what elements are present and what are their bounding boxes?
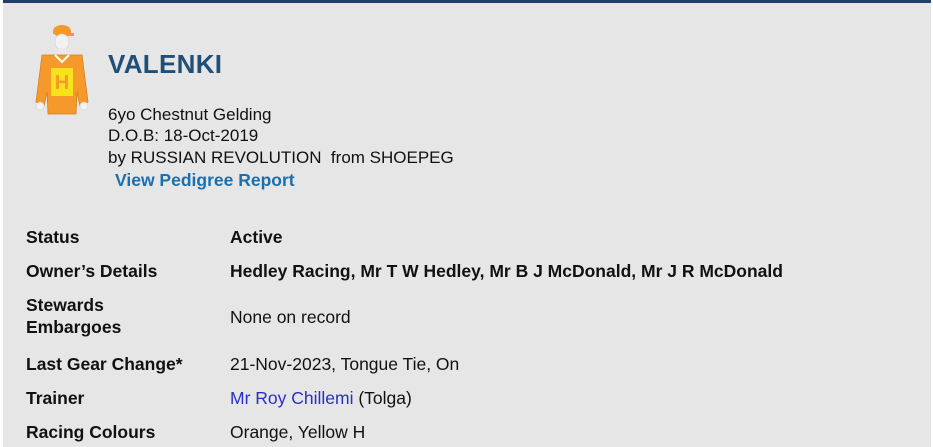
top-border — [0, 0, 933, 3]
owner-label: Owner’s Details — [26, 261, 158, 281]
trainer-label: Trainer — [26, 388, 85, 408]
racing-colours-label: Racing Colours — [26, 422, 156, 442]
breeding-text: by RUSSIAN REVOLUTION from SHOEPEG — [108, 148, 454, 167]
silks-letter: H — [55, 72, 69, 94]
view-pedigree-link[interactable]: View Pedigree Report — [115, 170, 295, 191]
stewards-label-line2: Embargoes — [26, 317, 122, 337]
trainer-location: (Tolga) — [353, 388, 412, 408]
left-edge — [0, 0, 3, 447]
trainer-link[interactable]: Mr Roy Chillemi — [230, 388, 353, 408]
stewards-value: None on record — [230, 307, 351, 327]
status-label: Status — [26, 227, 80, 247]
owner-value: Hedley Racing, Mr T W Hedley, Mr B J McD… — [230, 261, 783, 281]
trainer-value: Mr Roy Chillemi (Tolga) — [230, 387, 412, 409]
age-sex-text: 6yo Chestnut Gelding — [108, 105, 272, 124]
status-value: Active — [230, 227, 283, 247]
stewards-label-line1: Stewards — [26, 295, 104, 315]
racing-colours-value: Orange, Yellow H — [230, 422, 366, 442]
jockey-silks-icon: H — [35, 25, 89, 115]
dob-text: D.O.B: 18-Oct-2019 — [108, 126, 259, 145]
horse-name: VALENKI — [108, 49, 223, 79]
gear-change-value: 21-Nov-2023, Tongue Tie, On — [230, 354, 460, 374]
gear-change-label: Last Gear Change* — [26, 354, 183, 374]
